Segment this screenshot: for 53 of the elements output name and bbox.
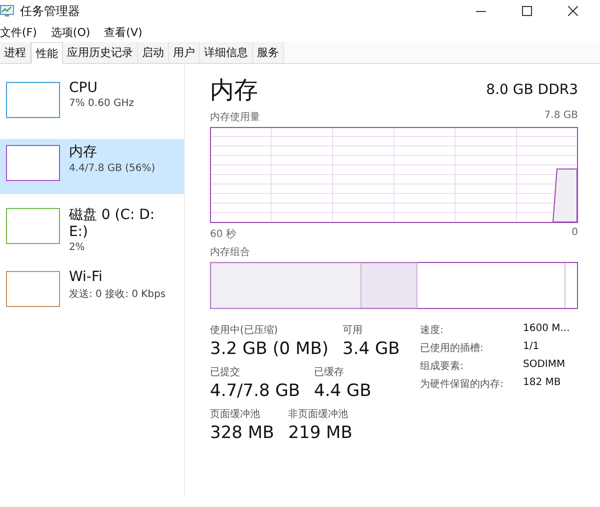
stat-label: 非页面缓冲池 (288, 408, 350, 421)
detail-key: 为硬件保留的内存: (420, 377, 523, 391)
detail-key: 组成要素: (420, 359, 523, 373)
stat-label: 使用中(已压缩) (210, 324, 279, 337)
time-axis-end: 0 (572, 227, 578, 240)
menu-item[interactable]: 文件(F) (0, 24, 37, 40)
resource-name: CPU (69, 80, 98, 96)
panel-title: 内存 (210, 75, 258, 106)
tab[interactable]: 服务 (253, 42, 284, 63)
tab[interactable]: 启动 (138, 42, 169, 63)
stat-label: 页面缓冲池 (210, 408, 261, 421)
sidebar-item[interactable]: 内存 4.4/7.8 GB (56%) (0, 139, 184, 194)
stat-value: 3.4 GB (342, 339, 400, 359)
stat-label: 已提交 (210, 366, 241, 379)
tab[interactable]: 详细信息 (200, 42, 253, 63)
stat-label: 可用 (342, 324, 364, 337)
composition-label: 内存组合 (210, 246, 250, 259)
tab[interactable]: 性能 (31, 42, 63, 64)
graph-label: 内存使用量 (210, 110, 260, 124)
stat-value: 4.4 GB (314, 381, 372, 401)
time-axis-start: 60 秒 (210, 228, 236, 241)
menu-item[interactable]: 查看(V) (104, 24, 142, 40)
close-icon[interactable] (568, 6, 578, 16)
detail-value: 1/1 (523, 341, 540, 354)
tab[interactable]: 用户 (169, 42, 200, 63)
monitor-icon (0, 5, 14, 17)
memory-spec: 8.0 GB DDR3 (486, 82, 578, 98)
menu-item[interactable]: 选项(O) (50, 24, 90, 40)
tab[interactable]: 进程 (0, 42, 31, 63)
stat-value: 219 MB (288, 423, 352, 443)
stat-value: 4.7/7.8 GB (210, 381, 300, 401)
maximize-icon[interactable] (522, 6, 532, 16)
stat-value: 328 MB (210, 423, 274, 443)
resource-detail: 发送: 0 接收: 0 Kbps (69, 288, 166, 301)
tab[interactable]: 应用历史记录 (63, 42, 138, 63)
graph-max: 7.8 GB (544, 110, 578, 123)
stat-label: 已缓存 (314, 366, 346, 379)
sidebar-item[interactable]: Wi-Fi 发送: 0 接收: 0 Kbps (0, 265, 184, 320)
sidebar-item[interactable]: CPU 7% 0.60 GHz (0, 76, 184, 131)
window-title: 任务管理器 (20, 2, 80, 20)
sidebar-item[interactable]: 磁盘 0 (C: D: E:) 2% (0, 202, 184, 257)
stat-value: 3.2 GB (0 MB) (210, 339, 328, 359)
resource-name: Wi-Fi (69, 269, 104, 285)
detail-key: 已使用的插槽: (420, 341, 523, 355)
resource-detail: 7% 0.60 GHz (69, 98, 134, 109)
resource-detail: 4.4/7.8 GB (56%) (69, 163, 156, 174)
detail-value: SODIMM (523, 359, 566, 372)
resource-name: 内存 (69, 143, 98, 161)
detail-value: 182 MB (523, 377, 561, 390)
detail-value: 1600 M... (523, 323, 570, 336)
resource-detail: 2% (68, 242, 86, 253)
resource-name: 磁盘 0 (C: D: E:) (68, 206, 156, 240)
detail-key: 速度: (420, 323, 523, 337)
